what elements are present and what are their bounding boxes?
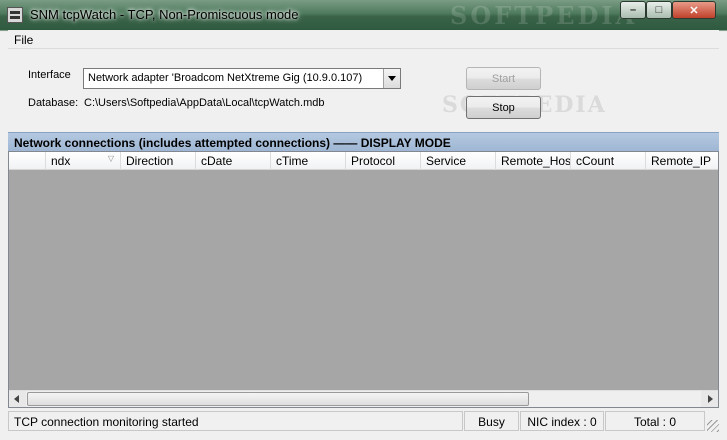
status-message: TCP connection monitoring started bbox=[8, 411, 463, 431]
status-busy: Busy bbox=[464, 411, 519, 431]
horizontal-scrollbar[interactable] bbox=[9, 390, 718, 407]
minimize-button[interactable]: – bbox=[620, 1, 646, 19]
stop-button[interactable]: Stop bbox=[466, 96, 541, 119]
window-title: SNM tcpWatch - TCP, Non-Promiscuous mode bbox=[30, 7, 299, 22]
maximize-button[interactable]: □ bbox=[646, 1, 672, 19]
app-window: SNM tcpWatch - TCP, Non-Promiscuous mode… bbox=[0, 0, 727, 440]
resize-grip-icon[interactable] bbox=[707, 420, 719, 432]
start-button[interactable]: Start bbox=[466, 67, 541, 90]
col-header-ndx[interactable]: ndx ▽ bbox=[46, 152, 121, 170]
col-header-ctime[interactable]: cTime bbox=[271, 152, 346, 170]
interface-select[interactable]: Network adapter 'Broadcom NetXtreme Gig … bbox=[83, 68, 401, 89]
col-header-remote-ip[interactable]: Remote_IP bbox=[646, 152, 718, 170]
col-header-ndx-label: ndx bbox=[51, 154, 71, 168]
watermark: SOFTPEDIA bbox=[450, 1, 638, 30]
section-title: Network connections (includes attempted … bbox=[14, 136, 451, 150]
status-nic-index: NIC index : 0 bbox=[520, 411, 604, 431]
interface-label: Interface bbox=[28, 69, 71, 81]
interface-value: Network adapter 'Broadcom NetXtreme Gig … bbox=[88, 72, 363, 84]
section-header: Network connections (includes attempted … bbox=[8, 132, 719, 151]
app-icon[interactable] bbox=[7, 7, 23, 23]
menu-file[interactable]: File bbox=[14, 33, 33, 47]
sort-icon: ▽ bbox=[107, 154, 114, 163]
menu-bar: File bbox=[8, 30, 719, 49]
col-header-service[interactable]: Service bbox=[421, 152, 496, 170]
col-header-protocol[interactable]: Protocol bbox=[346, 152, 421, 170]
scroll-thumb[interactable] bbox=[27, 392, 529, 406]
col-header-direction[interactable]: Direction bbox=[121, 152, 196, 170]
col-header-blank[interactable] bbox=[9, 152, 46, 170]
col-header-ccount[interactable]: cCount bbox=[571, 152, 646, 170]
connections-list[interactable]: ndx ▽ Direction cDate cTime Protocol Ser… bbox=[8, 151, 719, 408]
title-bar[interactable]: SNM tcpWatch - TCP, Non-Promiscuous mode… bbox=[0, 0, 727, 30]
status-bar: TCP connection monitoring started Busy N… bbox=[8, 410, 719, 432]
status-total: Total : 0 bbox=[605, 411, 705, 431]
col-header-cdate[interactable]: cDate bbox=[196, 152, 271, 170]
database-label: Database: bbox=[28, 97, 79, 109]
scroll-left-icon[interactable] bbox=[9, 391, 26, 407]
scroll-right-icon[interactable] bbox=[701, 391, 718, 407]
close-button[interactable]: ✕ bbox=[672, 1, 716, 19]
column-header-row: ndx ▽ Direction cDate cTime Protocol Ser… bbox=[9, 152, 718, 170]
client-area: Interface Network adapter 'Broadcom NetX… bbox=[8, 50, 719, 432]
col-header-remote-host[interactable]: Remote_Host bbox=[496, 152, 571, 170]
database-path: C:\Users\Softpedia\AppData\Local\tcpWatc… bbox=[84, 97, 325, 109]
chevron-down-icon[interactable] bbox=[383, 69, 400, 88]
